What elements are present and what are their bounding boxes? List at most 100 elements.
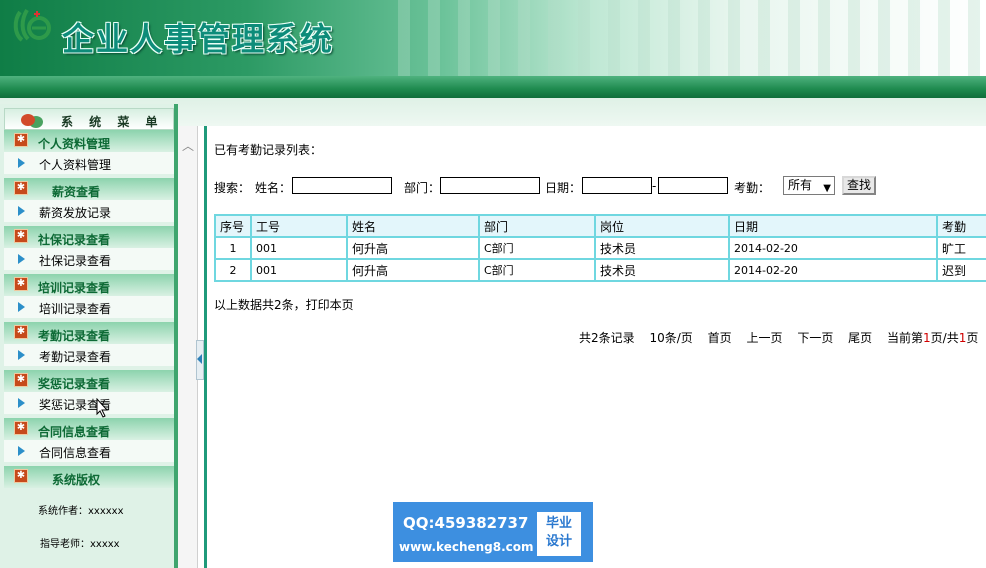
menu-head-label: 社保记录查看 [38,233,111,247]
menu-head-label: 个人资料管理 [38,137,111,151]
pager-per-page: 10条/页 [649,331,693,345]
menu-head-label: 考勤记录查看 [38,329,111,343]
menu-badge-icon: ✱ [14,469,28,483]
page-title: 已有考勤记录列表： [214,143,323,157]
date-label: 日期： [545,181,582,195]
table-cell: C部门 [478,258,596,282]
menu-badge-icon: ✱ [14,325,28,339]
chevron-up-icon[interactable]: ︿ [182,140,194,152]
attendance-table: 序号 工号 姓名 部门 岗位 日期 考勤 1 001 何升高 C部门 技术员 2… [214,214,986,282]
frame-scrollbar[interactable] [178,126,198,568]
date-to-input[interactable] [658,177,728,194]
sidebar-item-attendance[interactable]: 考勤记录查看 [4,344,174,366]
menu-badge-icon: ✱ [14,277,28,291]
table-cell: 技术员 [594,236,730,260]
table-cell: 何升高 [346,236,480,260]
attendance-select-value: 所有 [788,178,813,192]
pager-current-suffix: 页 [966,331,979,345]
sidebar-item-label: 个人资料管理 [39,158,112,172]
mouse-cursor-icon [96,398,108,418]
pager-current-prefix: 当前第 [887,331,924,345]
pager-next-link[interactable]: 下一页 [797,331,833,345]
table-cell: 迟到 [936,258,986,282]
table-cell: 001 [250,258,348,282]
column-header: 序号 [214,214,252,238]
menu-badge-icon: ✱ [14,421,28,435]
collapse-left-icon [197,354,202,364]
column-header: 考勤 [936,214,986,238]
sidebar-item-label: 社保记录查看 [39,254,112,268]
pager-prev-link[interactable]: 上一页 [746,331,782,345]
sidebar-item-label: 薪资发放记录 [39,206,112,220]
sidebar-item-label: 考勤记录查看 [39,350,112,364]
table-cell: C部门 [478,236,596,260]
pager-current-page: 1 [923,331,931,345]
arrow-right-icon [18,350,25,360]
sidebar-item-label: 合同信息查看 [39,446,112,460]
header-band [0,76,986,98]
arrow-right-icon [18,254,25,264]
date-separator: - [652,179,657,193]
pager-current-mid: 页/共 [930,331,959,345]
arrow-right-icon [18,206,25,216]
table-header-row: 序号 工号 姓名 部门 岗位 日期 考勤 [214,214,986,238]
sidebar-item-social-insurance[interactable]: 社保记录查看 [4,248,174,270]
menu-head-copyright: ✱ 系统版权 [4,466,174,488]
search-bar: 搜索： 姓名： 部门： 日期： - 考勤： 所有 ▼ 查找 [214,176,984,196]
search-button[interactable]: 查找 [842,176,876,195]
watermark-banner: QQ:459382737 www.kecheng8.com 毕业 设计 [393,502,593,562]
company-logo-icon [13,8,51,42]
sidebar-title-bar: 系 统 菜 单 [4,108,174,130]
pagination: 共2条记录 10条/页 首页 上一页 下一页 尾页 当前第1页/共1页 [579,329,978,346]
app-title: 企业人事管理系统 [62,20,335,58]
table-cell: 技术员 [594,258,730,282]
arrow-right-icon [18,446,25,456]
main-content: 已有考勤记录列表： 搜索： 姓名： 部门： 日期： - 考勤： 所有 ▼ 查找 … [207,126,986,568]
menu-badge-icon: ✱ [14,373,28,387]
sidebar-item-salary-records[interactable]: 薪资发放记录 [4,200,174,222]
arrow-right-icon [18,302,25,312]
attendance-select[interactable]: 所有 ▼ [783,176,835,195]
arrow-right-icon [18,398,25,408]
header-decoration [380,0,986,76]
table-cell: 2014-02-20 [728,236,938,260]
table-cell: 1 [214,236,252,260]
watermark-badge-line2: 设计 [545,534,572,549]
date-from-input[interactable] [582,177,652,194]
sidebar: 系 统 菜 单 ✱ 个人资料管理 个人资料管理 ✱ 薪资查看 薪资发放记录 ✱ … [0,104,178,568]
table-cell: 2014-02-20 [728,258,938,282]
sidebar-item-contract[interactable]: 合同信息查看 [4,440,174,462]
name-label: 姓名： [255,181,292,195]
menu-badge-icon: ✱ [14,181,28,195]
menu-head-rewards[interactable]: ✱ 奖惩记录查看 [4,370,174,392]
menu-badge-icon: ✱ [14,229,28,243]
name-input[interactable] [292,177,392,194]
menu-head-salary[interactable]: ✱ 薪资查看 [4,178,174,200]
sidebar-item-rewards[interactable]: 奖惩记录查看 [4,392,174,414]
table-row: 1 001 何升高 C部门 技术员 2014-02-20 旷工 [214,236,986,260]
menu-head-training[interactable]: ✱ 培训记录查看 [4,274,174,296]
menu-head-personal[interactable]: ✱ 个人资料管理 [4,130,174,152]
watermark-badge: 毕业 设计 [537,512,581,556]
sidebar-item-label: 培训记录查看 [39,302,112,316]
menu-badge-icon: ✱ [14,133,28,147]
sidebar-item-training[interactable]: 培训记录查看 [4,296,174,318]
header-banner: 企业人事管理系统 [0,0,986,76]
menu-head-social-insurance[interactable]: ✱ 社保记录查看 [4,226,174,248]
watermark-qq: QQ:459382737 [403,514,529,532]
sidebar-item-personal-info[interactable]: 个人资料管理 [4,152,174,174]
advisor-line: 指导老师：xxxxx [40,539,120,550]
dept-input[interactable] [440,177,540,194]
flower-icon [21,114,35,126]
pager-first-link[interactable]: 首页 [708,331,732,345]
menu-head-attendance[interactable]: ✱ 考勤记录查看 [4,322,174,344]
table-row: 2 001 何升高 C部门 技术员 2014-02-20 迟到 [214,258,986,282]
column-header: 部门 [478,214,596,238]
menu-head-label: 系统版权 [52,473,101,487]
table-cell: 001 [250,236,348,260]
arrow-right-icon [18,158,25,168]
summary-text: 以上数据共2条，打印本页 [214,298,354,312]
menu-head-contract[interactable]: ✱ 合同信息查看 [4,418,174,440]
menu-head-label: 培训记录查看 [38,281,111,295]
pager-last-link[interactable]: 尾页 [848,331,872,345]
